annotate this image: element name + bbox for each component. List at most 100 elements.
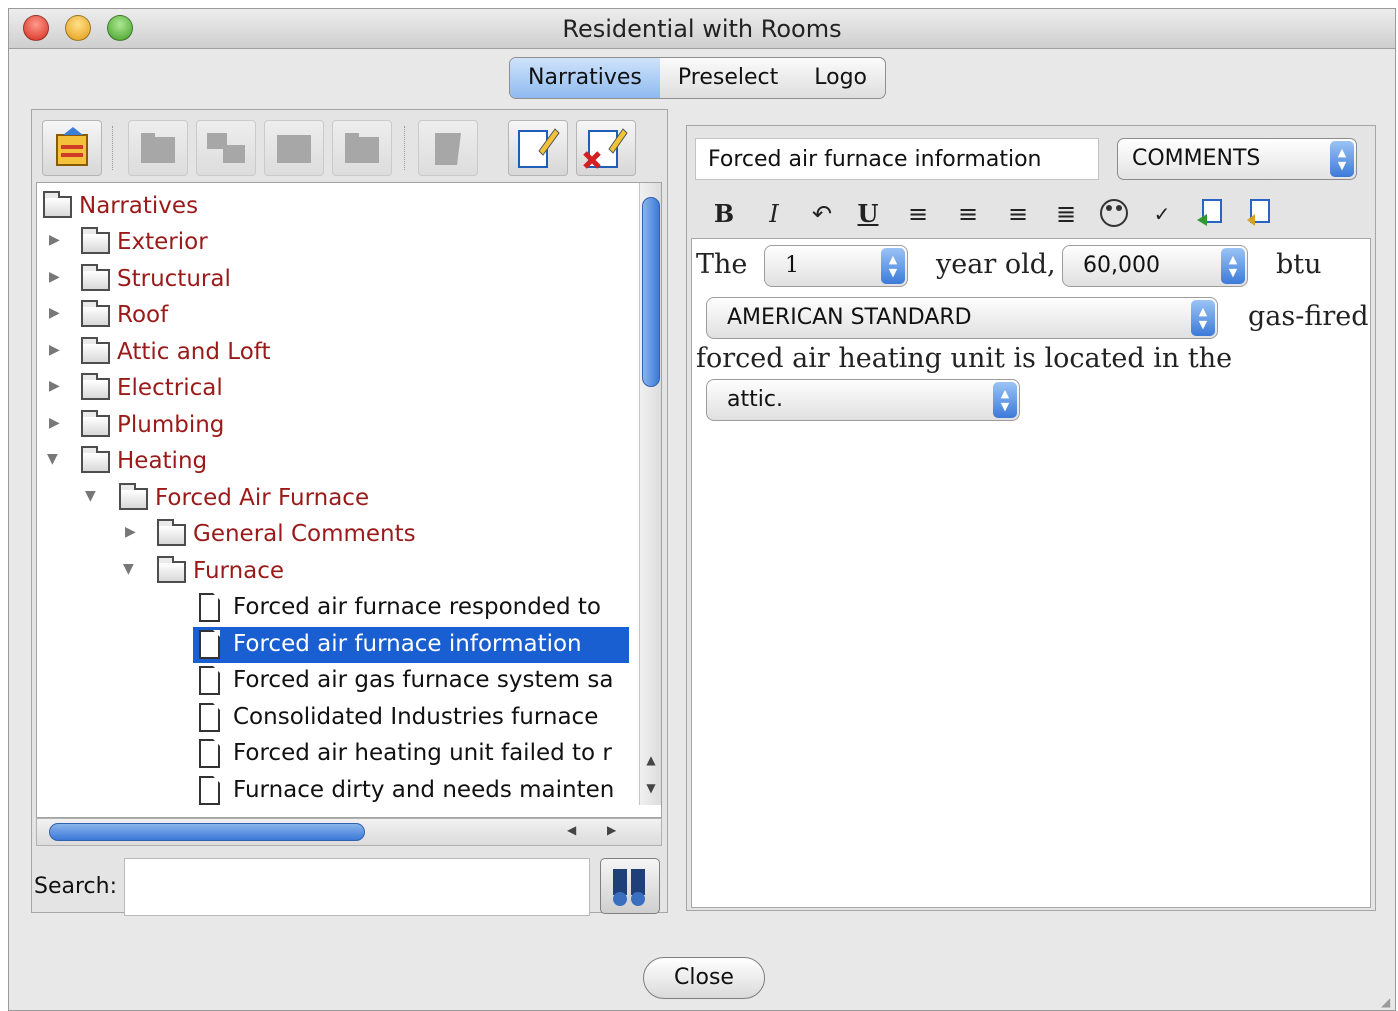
- folder-up-button[interactable]: [332, 120, 392, 176]
- tree-label: Furnace dirty and needs mainten: [233, 777, 615, 803]
- age-select[interactable]: 1 ▲ ▼: [764, 245, 908, 287]
- delete-gray-button[interactable]: [418, 120, 478, 176]
- tree-doc[interactable]: Forced air furnace responded to: [37, 590, 637, 626]
- undo-icon[interactable]: ↶: [805, 196, 839, 232]
- tree-doc-selected[interactable]: Forced air furnace information: [37, 627, 637, 663]
- new-folder-button[interactable]: [128, 120, 188, 176]
- tree-label: Forced air furnace responded to: [233, 594, 601, 620]
- tab-preselect[interactable]: Preselect: [660, 58, 796, 98]
- narrative-text: year old,: [936, 249, 1056, 280]
- select-arrows-icon: ▲ ▼: [1191, 300, 1215, 336]
- binoculars-icon: [613, 869, 645, 906]
- open-folder-button[interactable]: [42, 120, 102, 176]
- align-right-icon[interactable]: ≡: [1001, 196, 1035, 232]
- tree-item-electrical[interactable]: ▶ Electrical: [37, 371, 637, 407]
- select-arrows-icon: ▲ ▼: [993, 382, 1017, 418]
- tree-item-general-comments[interactable]: ▶ General Comments: [37, 517, 637, 553]
- narrative-text-editor[interactable]: The 1 ▲ ▼ year old, 60,000 ▲ ▼ btu AMERICA…: [691, 238, 1371, 908]
- toolbar-separator: [112, 126, 114, 170]
- tree-vertical-scrollbar[interactable]: ▲ ▼: [639, 183, 661, 805]
- italic-icon[interactable]: I: [757, 196, 791, 232]
- tree-horizontal-scrollbar[interactable]: ◀ ▶: [36, 818, 662, 846]
- tree-item-structural[interactable]: ▶ Structural: [37, 262, 637, 298]
- new-folder-icon: [141, 133, 175, 163]
- delete-item-button[interactable]: [576, 120, 636, 176]
- expand-arrow-icon[interactable]: ▶: [49, 415, 60, 431]
- document-icon: [199, 776, 220, 805]
- tree-root[interactable]: Narratives: [37, 189, 637, 225]
- document-icon: [199, 739, 220, 768]
- export-icon[interactable]: [1241, 196, 1275, 232]
- resize-grip-icon[interactable]: ◢: [1381, 995, 1397, 1011]
- tree-doc[interactable]: Furnace dirty and needs mainten: [37, 773, 637, 809]
- move-folder-button[interactable]: [196, 120, 256, 176]
- title-bar: Residential with Rooms: [9, 9, 1395, 49]
- document-icon: [199, 666, 220, 695]
- folder-icon: [81, 264, 110, 291]
- narrative-editor-panel: Forced air furnace information COMMENTS …: [686, 125, 1376, 911]
- align-left-icon[interactable]: ≡: [901, 196, 935, 232]
- tree-item-forced-air-furnace[interactable]: ▼ Forced Air Furnace: [37, 481, 637, 517]
- folder-icon: [119, 483, 148, 510]
- tab-logo[interactable]: Logo: [796, 58, 885, 98]
- expand-arrow-icon[interactable]: ▶: [49, 378, 60, 394]
- scroll-thumb[interactable]: [642, 197, 660, 387]
- bold-icon[interactable]: B: [707, 196, 741, 232]
- tree-item-roof[interactable]: ▶ Roof: [37, 298, 637, 334]
- narrative-text: btu: [1276, 249, 1322, 280]
- tree-label: Forced air gas furnace system sa: [233, 667, 614, 693]
- location-select[interactable]: attic. ▲ ▼: [706, 379, 1020, 421]
- search-button[interactable]: [600, 858, 660, 914]
- scroll-up-icon[interactable]: ▲: [640, 753, 661, 767]
- collapse-arrow-icon[interactable]: ▼: [85, 488, 96, 504]
- category-select[interactable]: COMMENTS ▲ ▼: [1117, 138, 1357, 180]
- tree-item-plumbing[interactable]: ▶ Plumbing: [37, 408, 637, 444]
- toolbar-separator: [404, 126, 406, 170]
- scroll-thumb[interactable]: [49, 823, 365, 841]
- scroll-right-icon[interactable]: ▶: [607, 823, 616, 837]
- close-button[interactable]: Close: [643, 957, 765, 999]
- narrative-title-field[interactable]: Forced air furnace information: [695, 138, 1099, 180]
- expand-arrow-icon[interactable]: ▶: [49, 232, 60, 248]
- tree-item-attic-and-loft[interactable]: ▶ Attic and Loft: [37, 335, 637, 371]
- folder-button[interactable]: [264, 120, 324, 176]
- spellcheck-icon[interactable]: ✓: [1145, 196, 1179, 232]
- expand-arrow-icon[interactable]: ▶: [49, 342, 60, 358]
- tree-item-exterior[interactable]: ▶ Exterior: [37, 225, 637, 261]
- tree-label: Attic and Loft: [117, 339, 271, 365]
- btu-select[interactable]: 60,000 ▲ ▼: [1062, 245, 1248, 287]
- select-arrows-icon: ▲ ▼: [1221, 248, 1245, 284]
- edit-item-button[interactable]: [508, 120, 568, 176]
- tree-item-furnace[interactable]: ▼ Furnace: [37, 554, 637, 590]
- align-center-icon[interactable]: ≡: [951, 196, 985, 232]
- tree-doc[interactable]: Forced air heating unit failed to r: [37, 736, 637, 772]
- tree-label: Electrical: [117, 375, 223, 401]
- import-icon[interactable]: [1193, 196, 1227, 232]
- expand-arrow-icon[interactable]: ▶: [125, 524, 136, 540]
- tree-doc[interactable]: Forced air gas furnace system sa: [37, 663, 637, 699]
- btu-value: 60,000: [1083, 253, 1160, 278]
- tree-doc[interactable]: Consolidated Industries furnace: [37, 700, 637, 736]
- folder-icon: [81, 373, 110, 400]
- folder-up-icon: [345, 133, 379, 163]
- narratives-tree: Narratives ▶ Exterior ▶ Structural ▶ Roo…: [36, 182, 662, 818]
- expand-arrow-icon[interactable]: ▶: [49, 269, 60, 285]
- justify-icon[interactable]: ≣: [1049, 196, 1083, 232]
- search-input[interactable]: [124, 858, 590, 916]
- collapse-arrow-icon[interactable]: ▼: [47, 451, 58, 467]
- scroll-down-icon[interactable]: ▼: [640, 781, 661, 795]
- underline-icon[interactable]: U: [851, 196, 885, 232]
- document-icon: [199, 703, 220, 732]
- expand-arrow-icon[interactable]: ▶: [49, 305, 60, 321]
- folder-icon: [81, 410, 110, 437]
- paint-palette-icon[interactable]: [1097, 196, 1131, 232]
- document-icon: [199, 630, 220, 659]
- folder-icon: [81, 300, 110, 327]
- collapse-arrow-icon[interactable]: ▼: [123, 561, 134, 577]
- scroll-left-icon[interactable]: ◀: [567, 823, 576, 837]
- folder-icon: [157, 519, 186, 546]
- tree-label: Narratives: [79, 193, 199, 219]
- brand-select[interactable]: AMERICAN STANDARD ▲ ▼: [706, 297, 1218, 339]
- tree-item-heating[interactable]: ▼ Heating: [37, 444, 637, 480]
- tab-narratives[interactable]: Narratives: [510, 58, 660, 98]
